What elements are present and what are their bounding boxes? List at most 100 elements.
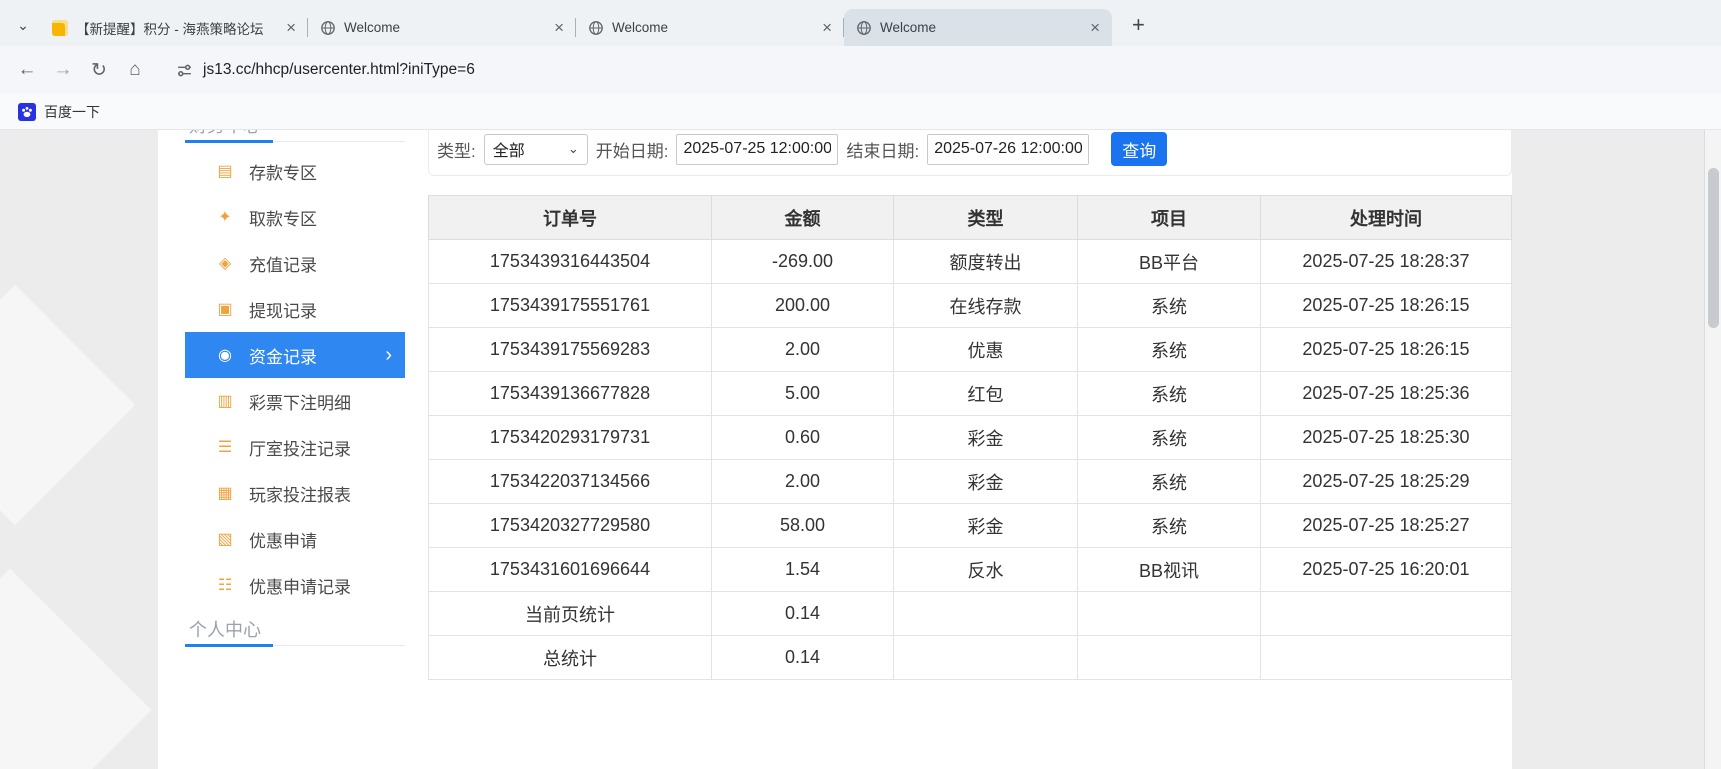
table-cell: 2.00 bbox=[711, 327, 894, 372]
table-row: 1753422037134566 2.00 彩金 系统 2025-07-25 18:25… bbox=[428, 459, 1512, 504]
sidebar-item-label: 优惠申请记录 bbox=[249, 577, 351, 597]
sidebar-item-label: 存款专区 bbox=[249, 163, 317, 183]
table-cell: BB视讯 bbox=[1077, 547, 1261, 592]
lottery-bets-icon: ▥ bbox=[217, 393, 233, 410]
table-cell: 2025-07-25 18:25:36 bbox=[1260, 371, 1512, 416]
page-icon bbox=[52, 19, 68, 36]
url-text[interactable]: js13.cc/hhcp/usercenter.html?iniType=6 bbox=[203, 61, 475, 79]
address-bar[interactable]: js13.cc/hhcp/usercenter.html?iniType=6 bbox=[162, 52, 1711, 88]
sidebar: 财务中心 ▤ 存款专区 ✦ 取款专区 ◈ 充值记录 ▣ 提现记录 ◉ 资金记录 › ▥ 彩票下注明细 ☰ 厅… bbox=[185, 130, 405, 647]
table-cell: 彩金 bbox=[893, 459, 1078, 504]
page-content: 财务中心 ▤ 存款专区 ✦ 取款专区 ◈ 充值记录 ▣ 提现记录 ◉ 资金记录 › ▥ 彩票下注明细 ☰ 厅… bbox=[0, 130, 1721, 769]
sidebar-item[interactable]: ◉ 资金记录 › bbox=[185, 332, 405, 378]
end-date-label: 结束日期: bbox=[846, 141, 920, 161]
table-cell: 当前页统计 bbox=[428, 591, 712, 636]
table-header-row: 订单号 金额 类型 项目 处理时间 bbox=[428, 195, 1512, 240]
browser-tab[interactable]: Welcome × bbox=[308, 9, 576, 46]
sidebar-item-label: 玩家投注报表 bbox=[249, 485, 351, 505]
table-cell: 系统 bbox=[1077, 371, 1261, 416]
close-icon[interactable]: × bbox=[282, 19, 300, 36]
player-report-icon: ▦ bbox=[217, 485, 233, 502]
table-row: 1753439175551761 200.00 在线存款 系统 2025-07-25 1… bbox=[428, 283, 1512, 328]
table-cell: 2.00 bbox=[711, 459, 894, 504]
table-header-cell: 项目 bbox=[1077, 195, 1261, 240]
table-cell: 系统 bbox=[1077, 327, 1261, 372]
scrollbar-thumb[interactable] bbox=[1708, 168, 1719, 328]
table-cell: 1753439175569283 bbox=[428, 327, 712, 372]
page-left-background bbox=[0, 130, 158, 769]
start-date-input[interactable] bbox=[676, 133, 839, 165]
table-row: 1753439316443504 -269.00 额度转出 BB平台 2025-07-2… bbox=[428, 239, 1512, 284]
table-cell: 彩金 bbox=[893, 503, 1078, 548]
close-icon[interactable]: × bbox=[1086, 19, 1104, 36]
table-body: 1753439316443504 -269.00 额度转出 BB平台 2025-07-2… bbox=[428, 239, 1512, 680]
recharge-record-icon: ◈ bbox=[218, 255, 232, 272]
table-cell: 1753439175551761 bbox=[428, 283, 712, 328]
table-cell bbox=[1077, 635, 1261, 680]
funds-record-icon: ◉ bbox=[218, 347, 232, 364]
sidebar-item[interactable]: ☷ 优惠申请记录 bbox=[185, 562, 405, 608]
new-tab-button[interactable]: + bbox=[1126, 12, 1151, 38]
chevron-down-icon: ⌄ bbox=[567, 141, 579, 156]
tab-title: Welcome bbox=[344, 20, 401, 35]
table-cell: 2025-07-25 18:26:15 bbox=[1260, 327, 1512, 372]
table-row: 1753420293179731 0.60 彩金 系统 2025-07-25 18:25… bbox=[428, 415, 1512, 460]
back-icon[interactable]: ← bbox=[10, 53, 44, 87]
sidebar-item[interactable]: ✦ 取款专区 bbox=[185, 194, 405, 240]
table-row: 1753431601696644 1.54 反水 BB视讯 2025-07-25 16:… bbox=[428, 547, 1512, 592]
table-cell bbox=[893, 591, 1078, 636]
withdrawal-record-icon: ▣ bbox=[217, 301, 233, 318]
browser-tab[interactable]: Welcome × bbox=[844, 9, 1112, 46]
site-info-icon[interactable] bbox=[176, 62, 193, 79]
sidebar-item-label: 彩票下注明细 bbox=[249, 393, 351, 413]
close-icon[interactable]: × bbox=[818, 19, 836, 36]
browser-tab[interactable]: Welcome × bbox=[576, 9, 844, 46]
scrollbar[interactable] bbox=[1704, 130, 1721, 769]
end-date-input[interactable] bbox=[927, 133, 1090, 165]
refresh-icon[interactable]: ↻ bbox=[82, 53, 116, 87]
table-header-cell: 订单号 bbox=[428, 195, 712, 240]
table-cell: 系统 bbox=[1077, 459, 1261, 504]
close-icon[interactable]: × bbox=[550, 19, 568, 36]
table-cell: 1753420327729580 bbox=[428, 503, 712, 548]
sidebar-item[interactable]: ▧ 优惠申请 bbox=[185, 516, 405, 562]
globe-icon bbox=[588, 20, 604, 36]
table-cell: 2025-07-25 18:25:29 bbox=[1260, 459, 1512, 504]
sidebar-item[interactable]: ▦ 玩家投注报表 bbox=[185, 470, 405, 516]
bookmarks-bar: 百度一下 bbox=[0, 94, 1721, 130]
table-cell: 1753422037134566 bbox=[428, 459, 712, 504]
table-cell: 1.54 bbox=[711, 547, 894, 592]
sidebar-item[interactable]: ▤ 存款专区 bbox=[185, 148, 405, 194]
type-select[interactable]: 全部 ⌄ bbox=[483, 133, 588, 165]
bookmark-baidu[interactable]: 百度一下 bbox=[12, 98, 106, 126]
sidebar-item[interactable]: ☰ 厅室投注记录 bbox=[185, 424, 405, 470]
tab-title: 【新提醒】积分 - 海燕策略论坛 bbox=[76, 21, 264, 37]
sidebar-item-label: 充值记录 bbox=[249, 255, 317, 275]
table-cell: 反水 bbox=[893, 547, 1078, 592]
table-cell: 额度转出 bbox=[893, 239, 1078, 284]
browser-tab[interactable]: 【新提醒】积分 - 海燕策略论坛 × bbox=[40, 9, 308, 46]
tab-search-chevron-icon[interactable]: ⌄ bbox=[10, 12, 36, 38]
table-cell: 200.00 bbox=[711, 283, 894, 328]
sidebar-section-personal: 个人中心 bbox=[185, 612, 405, 647]
tab-title: Welcome bbox=[880, 20, 937, 35]
sidebar-item[interactable]: ▥ 彩票下注明细 bbox=[185, 378, 405, 424]
sidebar-item-label: 提现记录 bbox=[249, 301, 317, 321]
filter-bar: 类型: 全部 ⌄ 开始日期: 结束日期: 查询 bbox=[428, 130, 1512, 176]
table-cell: 红包 bbox=[893, 371, 1078, 416]
table-cell: 2025-07-25 16:20:01 bbox=[1260, 547, 1512, 592]
table-cell: 1753420293179731 bbox=[428, 415, 712, 460]
table-header-cell: 金额 bbox=[711, 195, 894, 240]
search-button[interactable]: 查询 bbox=[1111, 132, 1168, 166]
globe-icon bbox=[320, 20, 336, 36]
table-cell bbox=[1077, 591, 1261, 636]
home-icon[interactable]: ⌂ bbox=[118, 53, 152, 87]
forward-icon[interactable]: → bbox=[46, 53, 80, 87]
sidebar-item[interactable]: ◈ 充值记录 bbox=[185, 240, 405, 286]
sidebar-item-label: 取款专区 bbox=[249, 209, 317, 229]
sidebar-item[interactable]: ▣ 提现记录 bbox=[185, 286, 405, 332]
table-cell: 0.60 bbox=[711, 415, 894, 460]
table-header-cell: 处理时间 bbox=[1260, 195, 1512, 240]
sidebar-item-label: 厅室投注记录 bbox=[249, 439, 351, 459]
deposit-icon: ▤ bbox=[217, 163, 233, 180]
